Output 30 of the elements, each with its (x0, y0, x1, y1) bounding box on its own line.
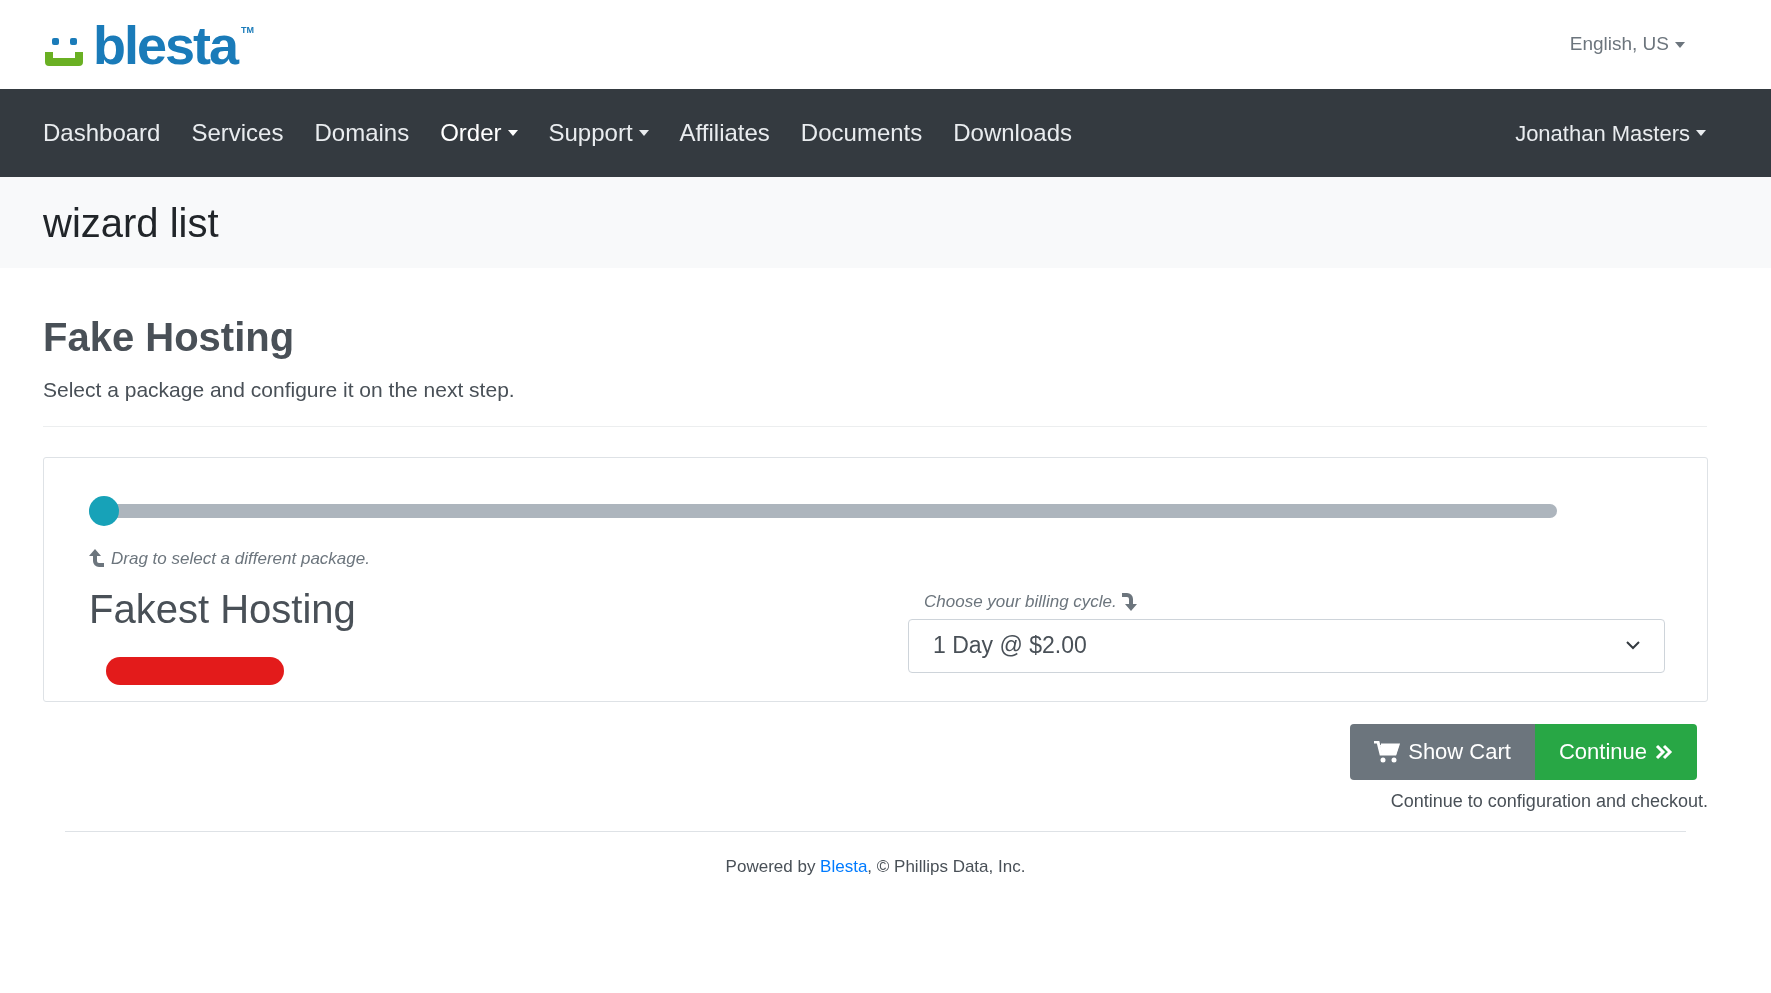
caret-icon (1696, 130, 1706, 136)
package-name: Fakest Hosting (89, 586, 356, 633)
group-description: Select a package and configure it on the next step. (43, 377, 516, 403)
turn-down-arrow-icon (1120, 592, 1137, 611)
nav-link[interactable]: Documents (800, 115, 923, 151)
group-title: Fake Hosting (43, 314, 296, 361)
slider-hint: Drag to select a different package. (111, 547, 370, 570)
nav-link[interactable]: Domains (314, 115, 410, 151)
nav-link[interactable]: Downloads (953, 115, 1072, 151)
user-menu[interactable]: Jonathan Masters (1515, 116, 1706, 150)
turn-up-arrow-icon (89, 549, 105, 568)
cart-icon (1374, 740, 1401, 763)
caret-icon (1675, 41, 1685, 48)
chevron-down-icon (1626, 641, 1640, 650)
nav-link[interactable]: Services (191, 115, 284, 151)
footer-text: Powered by Blesta, © Phillips Data, Inc. (724, 855, 1027, 878)
page-title: wizard list (43, 199, 219, 247)
language-dropdown[interactable]: English, US (1569, 30, 1685, 59)
slider-thumb[interactable] (89, 495, 119, 526)
billing-label: Choose your billing cycle. (924, 591, 1117, 613)
nav-link[interactable]: Support (548, 115, 649, 151)
slider-track[interactable] (89, 495, 1557, 526)
blesta-link[interactable]: Blesta (820, 856, 868, 876)
continue-note: Continue to configuration and checkout. (1390, 789, 1708, 813)
nav-link[interactable]: Order (440, 115, 518, 151)
nav-link[interactable]: Affiliates (679, 115, 770, 151)
double-chevron-right-icon (1655, 743, 1673, 760)
nav-link[interactable]: Dashboard (43, 115, 161, 151)
billing-cycle-select[interactable]: 1 Day @ $2.00 (908, 618, 1665, 673)
show-cart-button[interactable]: Show Cart (1350, 723, 1535, 780)
